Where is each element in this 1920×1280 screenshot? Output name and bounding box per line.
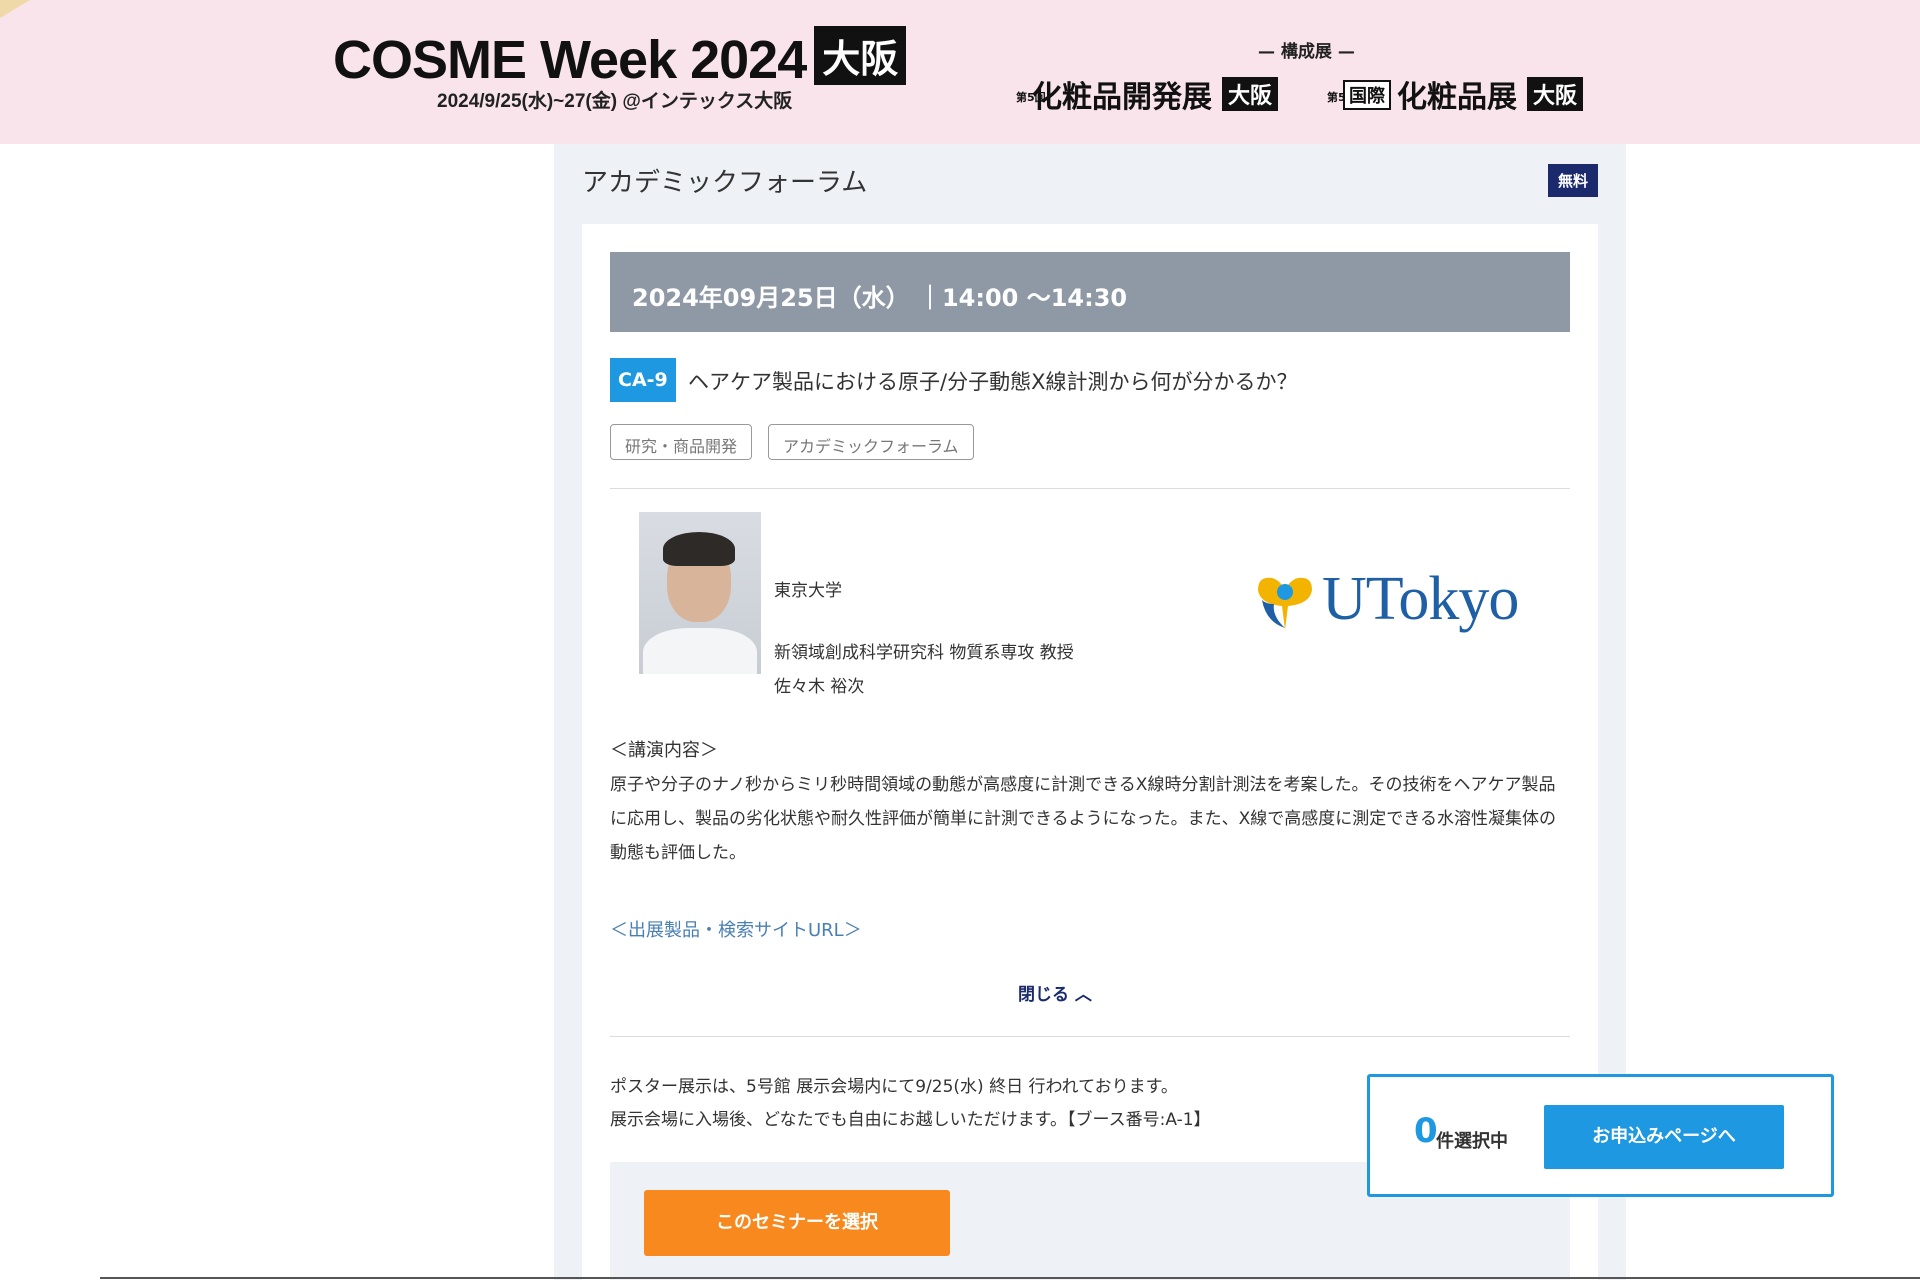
edition-label: 第5回 xyxy=(1327,91,1357,104)
date-time-bar: 2024年09月25日（水） ｜14:00 ～14:30 xyxy=(610,252,1570,332)
panel-title: アカデミックフォーラム xyxy=(582,168,868,198)
brand-title: COSME Week 2024 xyxy=(333,30,807,90)
brand-logo[interactable]: COSME Week 2024 大阪 xyxy=(333,26,907,91)
selected-count-label: 件選択中 xyxy=(1436,1131,1508,1152)
intl-tag: 国際 xyxy=(1343,80,1391,110)
corner-accent xyxy=(0,0,30,18)
bottom-border xyxy=(100,1277,1920,1279)
seminar-code-badge: CA-9 xyxy=(610,358,676,402)
speaker-organization: 東京大学 xyxy=(774,581,842,601)
speaker-position: 新領域創成科学研究科 物質系専攻 教授 xyxy=(774,643,1074,663)
sub-shows-caption: — 構成展 — xyxy=(1258,42,1355,62)
logo-text: UTokyo xyxy=(1322,565,1519,633)
sub-show-cosmetics-dev[interactable]: 第5回化粧品開発展 大阪 xyxy=(1016,72,1279,116)
ginkgo-leaf-icon xyxy=(1258,577,1312,630)
tag-chip[interactable]: 研究・商品開発 xyxy=(610,424,753,460)
divider xyxy=(610,1036,1570,1037)
show-name: 化粧品展 xyxy=(1397,80,1517,115)
content-heading: ＜講演内容＞ xyxy=(610,740,718,761)
close-button[interactable]: 閉じる ︿ xyxy=(1018,980,1092,1005)
lecture-title: ヘアケア製品における原子/分子動態X線計測から何が分かるか？ xyxy=(688,370,1298,394)
city-tag: 大阪 xyxy=(1527,77,1584,111)
selected-count: 0 xyxy=(1414,1111,1438,1151)
apply-page-button[interactable]: お申込みページへ xyxy=(1544,1105,1784,1169)
poster-info-line2: 展示会場に入場後、どなたでも自由にお越しいただけます。【ブース番号:A-1】 xyxy=(610,1110,1211,1130)
divider xyxy=(610,488,1570,489)
edition-label: 第5回 xyxy=(1016,91,1046,104)
exhibit-url-link[interactable]: ＜出展製品・検索サイトURL＞ xyxy=(610,916,862,942)
city-tag: 大阪 xyxy=(1222,77,1279,111)
speaker-name: 佐々木 裕次 xyxy=(774,677,865,697)
selection-summary-box: 0 件選択中 お申込みページへ xyxy=(1367,1074,1834,1197)
show-name: 化粧品開発展 xyxy=(1032,80,1212,115)
speaker-photo xyxy=(639,512,761,674)
sub-show-cosmetics-intl[interactable]: 第5回国際 化粧品展 大阪 xyxy=(1327,72,1584,116)
free-badge: 無料 xyxy=(1547,164,1598,197)
content-body: 原子や分子のナノ秒からミリ秒時間領域の動態が高感度に計測できるX線時分割計測法を… xyxy=(610,775,1556,863)
select-seminar-button[interactable]: このセミナーを選択 xyxy=(644,1190,950,1256)
brand-city-badge: 大阪 xyxy=(814,26,907,85)
poster-info-line1: ポスター展示は、5号館 展示会場内にて9/25(水) 終日 行われております。 xyxy=(610,1077,1178,1097)
brand-dates: 2024/9/25(水)~27(金) @インテックス大阪 xyxy=(437,91,793,112)
utokyo-logo: UTokyo xyxy=(1252,564,1542,644)
header-banner: COSME Week 2024 大阪 2024/9/25(水)~27(金) @イン… xyxy=(0,0,1920,144)
tag-chip[interactable]: アカデミックフォーラム xyxy=(768,424,974,460)
